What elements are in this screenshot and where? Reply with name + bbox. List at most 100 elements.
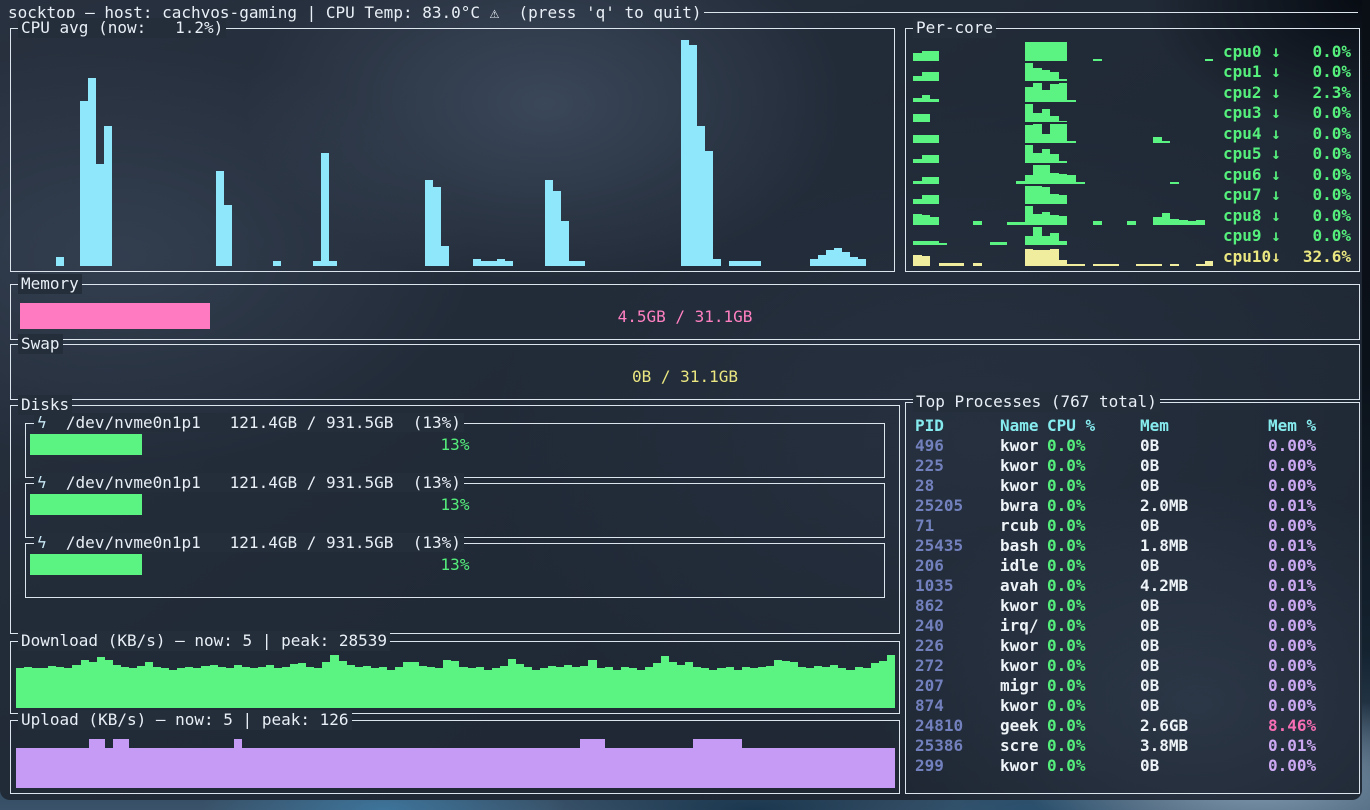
disks-title: Disks [18, 395, 72, 415]
history-bar [210, 665, 218, 708]
process-column-header: CPU % [1047, 416, 1140, 435]
history-bar [193, 668, 201, 708]
history-bar [1059, 124, 1068, 142]
history-bar [500, 666, 508, 708]
process-table-header: PIDNameCPU %MemMem % [915, 415, 1353, 435]
history-bar [855, 748, 863, 788]
history-bar [726, 739, 734, 788]
swap-title: Swap [18, 334, 63, 354]
process-cell: 0.01% [1268, 496, 1353, 515]
memory-usage-label: 4.5GB / 31.1GB [20, 301, 1350, 331]
history-bar [930, 135, 939, 143]
process-cell: 226 [915, 636, 1000, 655]
history-bar [16, 748, 24, 788]
process-cell: 4.2MB [1140, 576, 1268, 595]
history-bar [1162, 213, 1171, 225]
download-panel: Download (KB/s) — now: 5 | peak: 28539 [10, 641, 900, 714]
history-bar [105, 660, 113, 708]
process-cell: 0.00% [1268, 456, 1353, 475]
history-bar [1050, 233, 1059, 245]
history-bar [468, 748, 476, 788]
cpu-avg-panel: CPU avg (now: 1.2%) [10, 28, 895, 272]
history-bar [330, 655, 338, 708]
per-core-row: cpu4 ↓0.0% [913, 122, 1351, 143]
history-bar [1067, 264, 1076, 266]
history-bar [922, 72, 931, 81]
process-cell: 207 [915, 676, 1000, 695]
history-bar [1050, 154, 1059, 163]
process-cell: 0.00% [1268, 676, 1353, 695]
download-title: Download (KB/s) — now: 5 | peak: 28539 [18, 631, 390, 651]
process-cell: 3.8MB [1140, 736, 1268, 755]
history-bar [1050, 215, 1059, 225]
process-column-header: PID [915, 416, 1000, 435]
history-bar [97, 657, 105, 708]
core-sparkline [913, 122, 1213, 143]
history-bar [930, 51, 939, 60]
history-bar [1033, 227, 1042, 245]
history-bar [1196, 264, 1205, 266]
disk-title: ϟ /dev/nvme0n1p1 121.4GB / 931.5GB (13%) [34, 533, 464, 552]
process-cell: 0.00% [1268, 616, 1353, 635]
history-bar [161, 748, 169, 788]
core-sparkline [913, 245, 1213, 266]
history-bar [505, 261, 513, 266]
process-row: 272kwor0.0%0B0.00% [915, 655, 1353, 675]
process-cell: 0.01% [1268, 576, 1353, 595]
history-bar [1145, 264, 1154, 266]
history-bar [734, 739, 742, 788]
history-bar [1025, 145, 1034, 163]
history-bar [1059, 42, 1068, 60]
history-bar [758, 667, 766, 708]
history-bar [621, 667, 629, 708]
history-bar [774, 660, 782, 708]
process-cell: bwra [1000, 496, 1047, 515]
history-bar [185, 667, 193, 708]
process-cell: 0.00% [1268, 476, 1353, 495]
upload-chart [16, 732, 894, 788]
history-bar [1153, 264, 1162, 266]
history-bar [729, 261, 737, 266]
process-column-header: Name [1000, 416, 1047, 435]
process-cell: 0.0% [1047, 716, 1140, 735]
core-usage-value: 0.0% [1312, 103, 1351, 122]
process-row: 862kwor0.0%0B0.00% [915, 595, 1353, 615]
history-bar [1050, 124, 1059, 142]
history-bar [597, 739, 605, 788]
history-bar [266, 665, 274, 708]
history-bar [306, 748, 314, 788]
history-bar [500, 748, 508, 788]
history-bar [922, 51, 931, 60]
process-cell: 0.00% [1268, 756, 1353, 775]
core-usage-value: 0.0% [1312, 144, 1351, 163]
history-bar [516, 748, 524, 788]
history-bar [685, 662, 693, 708]
history-bar [669, 748, 677, 788]
history-bar [532, 748, 540, 788]
history-bar [314, 748, 322, 788]
history-bar [1033, 250, 1042, 266]
process-cell: 0B [1140, 456, 1268, 475]
core-sparkline [913, 102, 1213, 123]
disk-item: ϟ /dev/nvme0n1p1 121.4GB / 931.5GB (13%)… [25, 423, 885, 478]
history-bar [371, 668, 379, 708]
process-cell: 0B [1140, 596, 1268, 615]
history-bar [56, 257, 64, 266]
core-usage-value: 0.0% [1312, 206, 1351, 225]
history-bar [1025, 125, 1034, 142]
history-bar [758, 748, 766, 788]
process-cell: 240 [915, 616, 1000, 635]
process-cell: 862 [915, 596, 1000, 615]
history-bar [1042, 236, 1051, 245]
history-bar [282, 748, 290, 788]
process-cell: 0.0% [1047, 476, 1140, 495]
history-bar [913, 255, 922, 266]
history-bar [468, 668, 476, 708]
core-name-and-arrow-icon: cpu9 ↓ [1223, 226, 1281, 245]
process-cell: 0B [1140, 676, 1268, 695]
titlebar-rule [704, 12, 1358, 13]
history-bar [930, 217, 939, 225]
lightning-icon: ϟ [37, 533, 47, 552]
process-cell: rcub [1000, 516, 1047, 535]
history-bar [726, 667, 734, 708]
